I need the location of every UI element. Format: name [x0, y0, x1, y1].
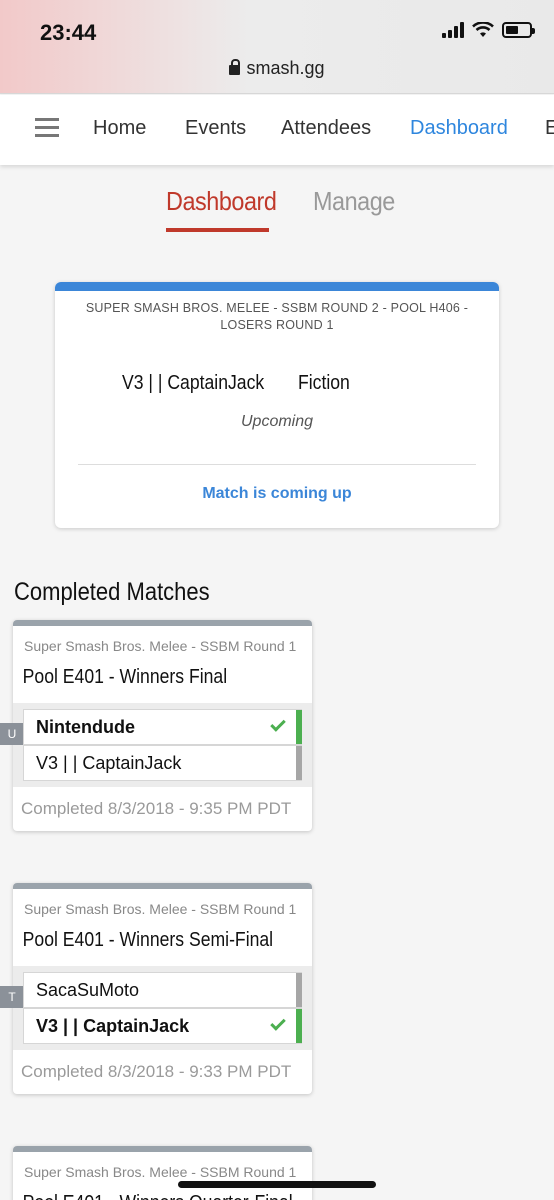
completed-timestamp: Completed 8/3/2018 - 9:35 PM PDT — [21, 799, 292, 818]
active-tab-underline — [166, 228, 269, 232]
completed-timestamp: Completed 8/3/2018 - 9:33 PM PDT — [21, 1062, 292, 1081]
lock-icon — [229, 59, 241, 75]
upcoming-match-title: SUPER SMASH BROS. MELEE - SSBM ROUND 2 -… — [85, 301, 469, 332]
tab-dashboard[interactable]: Dashboard — [166, 186, 277, 217]
match-identifier-tag: U — [0, 723, 33, 745]
completed-matches-heading: Completed Matches — [14, 578, 210, 606]
match-round: Pool E401 - Winners Final — [22, 666, 228, 688]
cellular-signal-icon — [442, 22, 464, 38]
upcoming-player-1: V3 | | CaptainJack — [122, 372, 265, 394]
nav-overflow-item[interactable]: E — [545, 117, 554, 140]
match-players: U Nintendude V3 | | CaptainJack — [0, 703, 312, 787]
player-name: V3 | | CaptainJack — [36, 1015, 190, 1036]
nav-attendees[interactable]: Attendees — [281, 117, 371, 140]
match-event: Super Smash Bros. Melee - SSBM Round 1 — [24, 1164, 297, 1180]
nav-home[interactable]: Home — [93, 117, 146, 140]
home-indicator[interactable] — [178, 1181, 376, 1188]
match-event: Super Smash Bros. Melee - SSBM Round 1 — [24, 901, 297, 917]
url-text: smash.gg — [246, 58, 325, 78]
status-icons — [442, 22, 535, 38]
match-identifier-tag: T — [0, 986, 33, 1008]
player-row[interactable]: SacaSuMoto — [23, 972, 302, 1008]
winner-bar — [296, 1009, 302, 1043]
completed-match-card[interactable]: Super Smash Bros. Melee - SSBM Round 1 P… — [0, 883, 312, 1094]
top-nav: Home Events Attendees Dashboard E — [0, 95, 554, 165]
player-name: V3 | | CaptainJack — [36, 752, 182, 773]
nav-dashboard[interactable]: Dashboard — [410, 117, 508, 140]
completed-match-card[interactable]: Super Smash Bros. Melee - SSBM Round 1 P… — [13, 1146, 312, 1200]
tab-manage[interactable]: Manage — [313, 186, 395, 217]
check-icon — [270, 1015, 286, 1031]
menu-icon[interactable] — [35, 118, 59, 138]
player-row[interactable]: V3 | | CaptainJack — [23, 745, 302, 781]
player-row[interactable]: Nintendude — [23, 709, 302, 745]
nav-events[interactable]: Events — [185, 117, 246, 140]
clock: 23:44 — [40, 20, 97, 45]
winner-bar — [296, 710, 302, 744]
status-bar: 23:44 smash.gg — [0, 0, 554, 94]
battery-icon — [502, 22, 535, 38]
match-players: T SacaSuMoto V3 | | CaptainJack — [0, 966, 312, 1050]
divider — [78, 464, 476, 465]
player-row[interactable]: V3 | | CaptainJack — [23, 1008, 302, 1044]
wifi-icon — [472, 22, 494, 37]
player-name: Nintendude — [36, 716, 135, 737]
upcoming-status: Upcoming — [240, 413, 314, 430]
player-name: SacaSuMoto — [36, 979, 140, 1000]
upcoming-player-2: Fiction — [298, 372, 350, 394]
upcoming-match-card[interactable]: SUPER SMASH BROS. MELEE - SSBM ROUND 2 -… — [55, 282, 499, 528]
loser-bar — [296, 746, 302, 780]
match-round: Pool E401 - Winners Semi-Final — [22, 929, 274, 951]
completed-match-card[interactable]: Super Smash Bros. Melee - SSBM Round 1 P… — [0, 620, 312, 831]
match-coming-up-link[interactable]: Match is coming up — [55, 485, 499, 503]
match-event: Super Smash Bros. Melee - SSBM Round 1 — [24, 638, 297, 654]
check-icon — [270, 716, 286, 732]
loser-bar — [296, 973, 302, 1007]
address-bar[interactable]: smash.gg — [0, 58, 554, 79]
card-accent-bar — [55, 282, 499, 291]
